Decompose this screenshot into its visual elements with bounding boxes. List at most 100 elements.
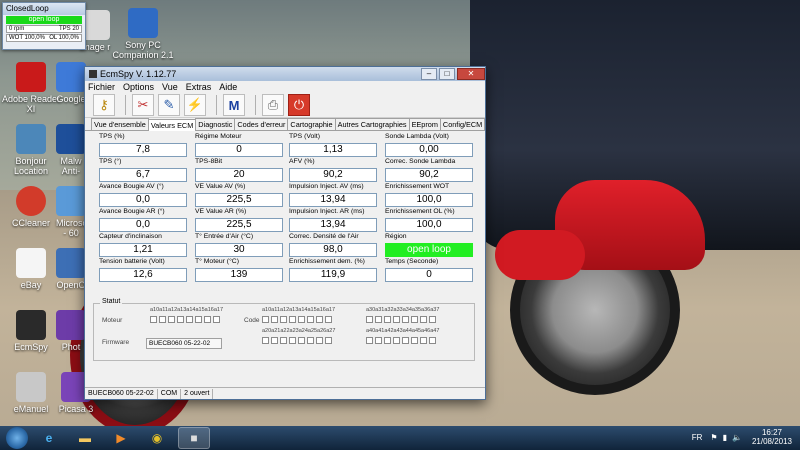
start-button[interactable] <box>6 427 28 449</box>
window-title: EcmSpy V. 1.12.77 <box>100 69 177 79</box>
microsoft-icon <box>56 186 86 216</box>
widget-title: ClosedLoop <box>3 3 85 15</box>
taskbar-internet-explorer[interactable]: e <box>34 428 64 448</box>
flash-button[interactable]: ⚡ <box>184 94 206 116</box>
taskbar-ecmspy[interactable]: ■ <box>178 427 210 449</box>
field-capteur-inclinaison: Capteur d'inclinaison 1,21 <box>99 233 187 257</box>
field-label: Capteur d'inclinaison <box>99 233 162 240</box>
field-value: 1,13 <box>289 143 377 157</box>
folder-icon: ▬ <box>79 431 91 445</box>
tab-autres-cartographies[interactable]: Autres Cartographies <box>334 118 410 130</box>
tab-valeurs-ecm[interactable]: Valeurs ECM <box>147 119 197 131</box>
field-tps-8bit: TPS-8Bit 20 <box>195 158 283 182</box>
field-value: 7,8 <box>99 143 187 157</box>
field-impulsion-inject-ar: Impulsion Inject. AR (ms) 13,94 <box>289 208 377 232</box>
moteur-label: Moteur <box>102 317 123 324</box>
taskbar-explorer[interactable]: ▬ <box>70 428 100 448</box>
clock-date: 21/08/2013 <box>751 437 792 446</box>
tab-config-ecm[interactable]: Config/ECM <box>439 118 486 130</box>
desktop-icon-photo[interactable]: Phot <box>56 310 86 352</box>
statusbar-firmware: BUECB060 05-22-02 <box>85 389 158 399</box>
desktop-icon-malwarebytes[interactable]: Malw Anti- <box>56 124 86 176</box>
field-value: 90,2 <box>289 168 377 182</box>
tab-eeprom[interactable]: EEprom <box>408 118 441 130</box>
toolbar: ⚷ ✂ ✎ ⚡ M ⎙ ⏻ <box>85 93 485 118</box>
menu-options[interactable]: Options <box>123 82 154 92</box>
field-enrichissement-dem: Enrichissement dem. (%) 119,9 <box>289 258 377 282</box>
field-label: Impulsion Inject. AV (ms) <box>289 183 364 190</box>
field-avance-bougie-av: Avance Bougie AV (°) 0,0 <box>99 183 187 207</box>
field-label: VE Value AR (%) <box>195 208 247 215</box>
keys-button[interactable]: ⚷ <box>93 94 115 116</box>
desktop-icon-google[interactable]: Google <box>54 62 88 104</box>
field-value: 0,0 <box>99 193 187 207</box>
tab-codes-derreur[interactable]: Codes d'erreur <box>234 118 289 130</box>
language-indicator[interactable]: FR <box>692 433 703 442</box>
calibrate-icon: ✎ <box>163 97 175 112</box>
field-label: T° Entrée d'Air (°C) <box>195 233 254 240</box>
maximize-button[interactable]: □ <box>439 68 455 80</box>
menu-vue[interactable]: Vue <box>162 82 178 92</box>
malwarebytes-icon <box>56 124 86 154</box>
tab-cartographie[interactable]: Cartographie <box>287 118 336 130</box>
tab-vue-densemble[interactable]: Vue d'ensemble <box>91 118 149 130</box>
moteur-bits-header: a10a11a12a13a14a15a16a17 <box>150 307 224 313</box>
ebay-icon <box>16 248 46 278</box>
logo-button[interactable]: M <box>223 94 245 116</box>
openoffice-icon <box>56 248 86 278</box>
desktop-icon-microsoft[interactable]: Microso - 60 <box>56 186 88 238</box>
field-enrichissement-wot: Enrichissement WOT 100,0 <box>385 183 473 207</box>
print-button[interactable]: ⎙ <box>262 94 284 116</box>
field-label: VE Value AV (%) <box>195 183 246 190</box>
field-label: Temps (Seconde) <box>385 258 439 265</box>
field-impulsion-inject-av: Impulsion Inject. AV (ms) 13,94 <box>289 183 377 207</box>
close-button[interactable]: ✕ <box>457 68 485 80</box>
desktop-icon-sony-pc-companion[interactable]: Sony PC Companion 2.1 <box>112 8 174 60</box>
menu-extras[interactable]: Extras <box>186 82 212 92</box>
internet-explorer-icon: e <box>45 431 53 445</box>
menu-fichier[interactable]: Fichier <box>88 82 115 92</box>
field-label: Enrichissement OL (%) <box>385 208 455 215</box>
taskbar-media-player[interactable]: ▶ <box>106 428 136 448</box>
taskbar-chrome[interactable]: ◉ <box>142 428 172 448</box>
tray-network-icon[interactable]: ▮ <box>723 433 727 442</box>
code-bits-header-3: a30a31a32a33a34a35a36a37 <box>366 307 440 313</box>
computer-icon <box>16 124 46 154</box>
field-label: Enrichissement WOT <box>385 183 450 190</box>
power-button[interactable]: ⏻ <box>288 94 310 116</box>
field-label: TPS (%) <box>99 133 125 140</box>
field-label: AFV (%) <box>289 158 315 165</box>
field-value: 0 <box>385 268 473 282</box>
ecmspy-icon <box>16 310 46 340</box>
desktop-icon-adobe-reader[interactable]: Adobe Reader XI <box>0 62 62 114</box>
desktop-icon-bonjour[interactable]: Bonjour Location <box>0 124 62 176</box>
tray-flag-icon[interactable]: ⚑ <box>710 433 717 442</box>
field-value: 6,7 <box>99 168 187 182</box>
printer-icon: ⎙ <box>267 97 279 112</box>
field-value: 90,2 <box>385 168 473 182</box>
closedloop-widget[interactable]: ClosedLoop open loop 0 rpm TPS 20 WOT 100… <box>2 2 86 50</box>
power-icon: ⏻ <box>293 97 305 112</box>
desktop-icon-ccleaner[interactable]: CCleaner <box>0 186 62 228</box>
desktop-icon-openoffice[interactable]: OpenO <box>56 248 86 290</box>
desktop-icon-ecmspy[interactable]: EcmSpy <box>0 310 62 352</box>
field-label: Régime Moteur <box>195 133 242 140</box>
menu-aide[interactable]: Aide <box>219 82 237 92</box>
calibrate-button[interactable]: ✎ <box>158 94 180 116</box>
ecmspy-icon: ■ <box>190 431 198 445</box>
menu-bar: Fichier Options Vue Extras Aide <box>85 81 485 93</box>
field-tps-percent: TPS (%) 7,8 <box>99 133 187 157</box>
toolbar-separator <box>125 95 126 115</box>
tab-diagnostic[interactable]: Diagnostic <box>195 118 236 130</box>
tools-button[interactable]: ✂ <box>132 94 154 116</box>
desktop-icon-emanual[interactable]: eManuel <box>0 372 62 414</box>
field-value: 1,21 <box>99 243 187 257</box>
code-bit-flags-3 <box>366 316 438 323</box>
title-bar[interactable]: EcmSpy V. 1.12.77 – □ ✕ <box>85 67 485 81</box>
tray-volume-icon[interactable]: 🔈 <box>732 433 742 442</box>
desktop-icon-ebay[interactable]: eBay <box>0 248 62 290</box>
clock[interactable]: 16:27 21/08/2013 <box>752 428 792 446</box>
field-value: 0 <box>195 143 283 157</box>
minimize-button[interactable]: – <box>421 68 437 80</box>
field-value: 225,5 <box>195 218 283 232</box>
